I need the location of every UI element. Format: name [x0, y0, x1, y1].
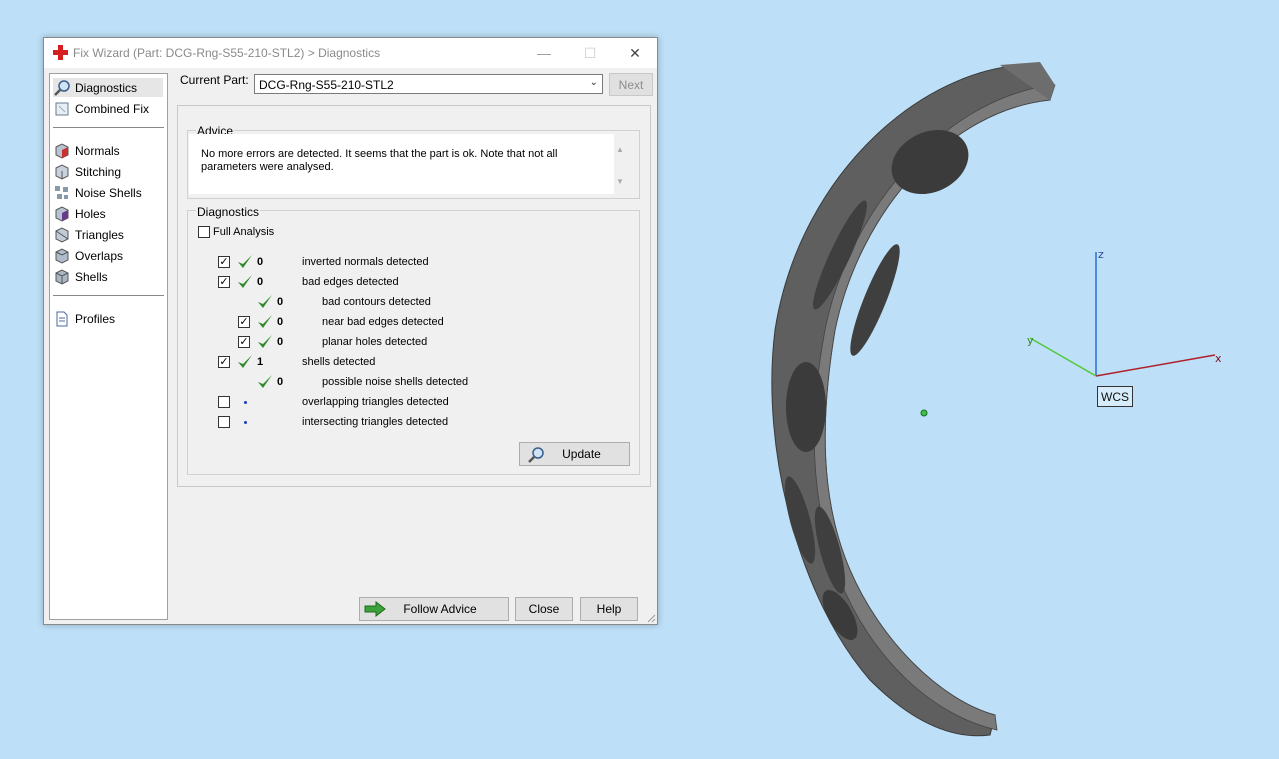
maximize-button[interactable]: ☐	[567, 38, 613, 68]
sidebar-item-label: Overlaps	[75, 248, 124, 263]
sidebar-item-combined-fix[interactable]: Combined Fix	[53, 99, 149, 118]
diagnostic-count: 0	[257, 256, 264, 268]
sidebar-item-triangles[interactable]: Triangles	[53, 225, 124, 244]
update-button[interactable]: Update	[519, 442, 630, 466]
holes-cube-icon	[55, 205, 69, 222]
current-part-label: Current Part:	[180, 73, 249, 87]
title-bar[interactable]: Fix Wizard (Part: DCG-Rng-S55-210-STL2) …	[44, 38, 657, 68]
red-cross-icon	[53, 45, 68, 60]
green-check-icon	[258, 375, 272, 388]
chevron-down-icon: ⌄	[589, 77, 598, 88]
sidebar-item-label: Holes	[75, 206, 106, 221]
green-check-icon	[258, 315, 272, 328]
full-analysis-checkbox[interactable]	[198, 226, 210, 238]
diagnostic-checkbox[interactable]	[218, 396, 230, 408]
status-dot-icon	[244, 401, 247, 404]
z-axis-label: z	[1098, 248, 1104, 261]
diagnostic-checkbox[interactable]: ✓	[218, 256, 230, 268]
sidebar-item-label: Combined Fix	[75, 101, 150, 116]
green-check-icon	[238, 255, 252, 268]
follow-advice-button[interactable]: Follow Advice	[359, 597, 509, 621]
wizard-sidebar: Diagnostics Combined Fix Normals Stitchi…	[49, 73, 168, 620]
noise-shells-icon	[55, 185, 68, 199]
sidebar-item-noise-shells[interactable]: Noise Shells	[53, 183, 142, 202]
sidebar-item-normals[interactable]: Normals	[53, 141, 120, 160]
combined-fix-icon	[55, 102, 69, 115]
diagnostic-count: 0	[257, 276, 264, 288]
status-dot-icon	[244, 421, 247, 424]
sidebar-item-profiles[interactable]: Profiles	[53, 309, 115, 328]
minimize-button[interactable]: —	[521, 38, 567, 68]
green-check-icon	[238, 355, 252, 368]
close-button[interactable]: Close	[515, 597, 573, 621]
dialog-title: Fix Wizard (Part: DCG-Rng-S55-210-STL2) …	[73, 46, 381, 60]
sidebar-item-label: Triangles	[75, 227, 124, 242]
wcs-label: WCS	[1097, 386, 1133, 407]
fix-wizard-dialog: Fix Wizard (Part: DCG-Rng-S55-210-STL2) …	[43, 37, 658, 625]
diagnostic-count: 1	[257, 356, 264, 368]
sidebar-item-label: Noise Shells	[75, 185, 142, 200]
shells-cube-icon	[55, 268, 69, 285]
sidebar-item-label: Shells	[75, 269, 108, 284]
diagnostic-text: inverted normals detected	[302, 256, 429, 268]
green-check-icon	[258, 335, 272, 348]
sidebar-item-label: Stitching	[75, 164, 122, 179]
diagnostic-text: bad edges detected	[302, 276, 399, 288]
diagnostic-count: 0	[277, 376, 284, 388]
green-check-icon	[238, 275, 252, 288]
advice-text: No more errors are detected. It seems th…	[189, 134, 614, 194]
diagnostic-text: possible noise shells detected	[322, 376, 469, 388]
sidebar-item-holes[interactable]: Holes	[53, 204, 106, 223]
sidebar-item-label: Normals	[75, 143, 120, 158]
update-label: Update	[562, 447, 601, 461]
green-check-icon	[258, 295, 272, 308]
diagnostic-text: near bad edges detected	[322, 316, 444, 328]
full-analysis-label: Full Analysis	[213, 226, 275, 238]
current-part-value: DCG-Rng-S55-210-STL2	[259, 78, 394, 92]
diagnostic-checkbox[interactable]	[218, 416, 230, 428]
sidebar-item-diagnostics[interactable]: Diagnostics	[53, 78, 163, 97]
diagnostic-text: shells detected	[302, 356, 376, 368]
diagnostic-count: 0	[277, 296, 284, 308]
close-window-button[interactable]: ✕	[612, 38, 658, 68]
sidebar-item-overlaps[interactable]: Overlaps	[53, 246, 123, 265]
magnifier-icon	[528, 447, 544, 463]
diagnostic-checkbox[interactable]: ✓	[218, 356, 230, 368]
x-axis-label: x	[1215, 352, 1222, 365]
sidebar-item-stitching[interactable]: Stitching	[53, 162, 121, 181]
advice-scrollbar[interactable]: ▲ ▼	[616, 145, 628, 189]
magnifier-icon	[54, 79, 70, 96]
diagnostic-checkbox[interactable]: ✓	[238, 336, 250, 348]
stitching-cube-icon	[55, 163, 69, 180]
diagnostic-checkbox[interactable]: ✓	[238, 316, 250, 328]
sidebar-separator	[53, 127, 164, 128]
diagnostic-text: overlapping triangles detected	[302, 396, 449, 408]
diagnostic-text: bad contours detected	[322, 296, 431, 308]
normals-cube-icon	[55, 142, 69, 159]
scroll-up-icon[interactable]: ▲	[616, 145, 624, 154]
sidebar-item-label: Diagnostics	[75, 80, 138, 95]
y-axis-label: y	[1027, 334, 1034, 347]
triangles-cube-icon	[55, 226, 69, 243]
diagnostic-count: 0	[277, 316, 284, 328]
sidebar-separator	[53, 295, 164, 296]
green-arrow-icon	[364, 601, 386, 617]
scroll-down-icon[interactable]: ▼	[616, 177, 624, 186]
sidebar-item-shells[interactable]: Shells	[53, 267, 108, 286]
current-part-select[interactable]: DCG-Rng-S55-210-STL2 ⌄	[254, 74, 603, 94]
overlaps-cube-icon	[55, 247, 69, 264]
diagnostics-label: Diagnostics	[196, 205, 261, 219]
diagnostic-checkbox[interactable]: ✓	[218, 276, 230, 288]
sidebar-item-label: Profiles	[75, 311, 116, 326]
follow-advice-label: Follow Advice	[403, 602, 477, 616]
resize-grip-icon[interactable]	[646, 613, 656, 623]
document-icon	[56, 311, 68, 326]
help-button[interactable]: Help	[580, 597, 638, 621]
diagnostic-text: intersecting triangles detected	[302, 416, 449, 428]
next-button[interactable]: Next	[609, 73, 653, 96]
diagnostic-text: planar holes detected	[322, 336, 428, 348]
diagnostic-count: 0	[277, 336, 284, 348]
